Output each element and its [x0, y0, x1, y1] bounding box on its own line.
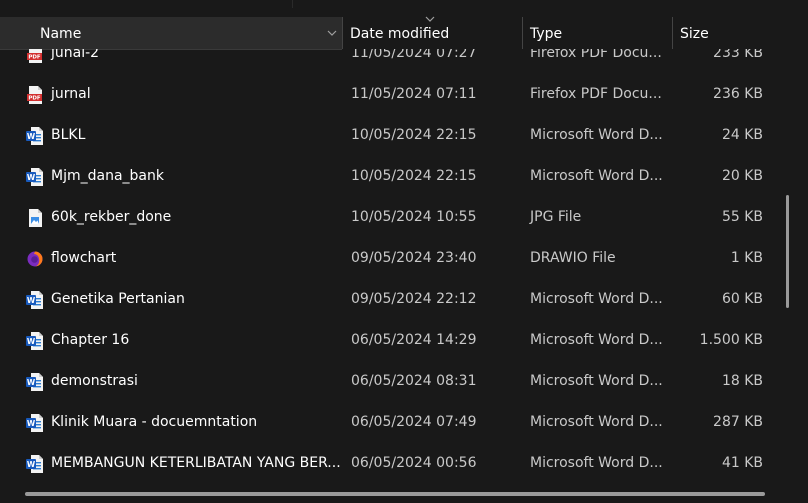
svg-text:PDF: PDF [28, 55, 41, 61]
file-name: jurnal [51, 86, 91, 102]
file-name: MEMBANGUN KETERLIBATAN YANG BER... [51, 455, 341, 471]
file-size: 1 KB [730, 250, 763, 266]
svg-text:W: W [27, 296, 36, 305]
file-date-modified: 11/05/2024 07:11 [351, 86, 477, 102]
file-size: 20 KB [721, 168, 763, 184]
file-size: 287 KB [713, 414, 763, 430]
file-size: 41 KB [721, 455, 763, 471]
column-header-size-label: Size [680, 26, 709, 42]
file-row[interactable]: W Genetika Pertanian 09/05/2024 22:12 Micro… [0, 280, 774, 321]
file-row[interactable]: W Chapter 16 06/05/2024 14:29 Microsoft Wor… [0, 321, 774, 362]
file-type: DRAWIO File [530, 250, 616, 266]
column-header-type[interactable]: Type [523, 17, 672, 49]
word-icon: W [25, 372, 45, 392]
chevron-down-icon[interactable] [327, 29, 337, 37]
horizontal-scrollbar-thumb[interactable] [25, 492, 765, 496]
file-type: Microsoft Word D... [530, 291, 663, 307]
file-type: JPG File [530, 209, 582, 225]
word-icon: W [25, 167, 45, 187]
file-date-modified: 10/05/2024 22:15 [351, 127, 477, 143]
file-row[interactable]: W BLKL 10/05/2024 22:15 Microsoft Word D...… [0, 116, 774, 157]
file-name: flowchart [51, 250, 117, 266]
column-header-size[interactable]: Size [673, 17, 773, 49]
file-type: Microsoft Word D... [530, 455, 663, 471]
file-size: 233 KB [713, 49, 763, 61]
file-row[interactable]: W Mjm_dana_bank 10/05/2024 22:15 Microsoft … [0, 157, 774, 198]
file-type: Firefox PDF Docu... [530, 86, 662, 102]
file-date-modified: 09/05/2024 22:12 [351, 291, 477, 307]
word-icon: W [25, 290, 45, 310]
vertical-scrollbar-thumb[interactable] [786, 195, 789, 308]
file-size: 236 KB [713, 86, 763, 102]
file-name: demonstrasi [51, 373, 138, 389]
file-date-modified: 06/05/2024 07:49 [351, 414, 477, 430]
divider [292, 0, 293, 8]
file-date-modified: 10/05/2024 22:15 [351, 168, 477, 184]
file-size: 1.500 KB [699, 332, 763, 348]
sort-descending-icon [425, 16, 435, 22]
column-header-bar: Name Date modified Type Size [0, 17, 808, 50]
file-name: junal-2 [51, 49, 100, 61]
file-size: 18 KB [721, 373, 763, 389]
svg-text:W: W [27, 419, 36, 428]
file-type: Microsoft Word D... [530, 168, 663, 184]
file-name: BLKL [51, 127, 86, 143]
file-type: Microsoft Word D... [530, 373, 663, 389]
file-row[interactable]: 60k_rekber_done 10/05/2024 10:55 JPG File 5… [0, 198, 774, 239]
file-name: 60k_rekber_done [51, 209, 172, 225]
svg-text:PDF: PDF [28, 96, 41, 102]
word-icon: W [25, 331, 45, 351]
word-icon: W [25, 126, 45, 146]
file-row[interactable]: W Klinik Muara - docuemntation 06/05/2024 … [0, 403, 774, 444]
file-row[interactable]: flowchart 09/05/2024 23:40 DRAWIO File 1 KB [0, 239, 774, 280]
file-date-modified: 11/05/2024 07:27 [351, 49, 477, 61]
file-row[interactable]: W MEMBANGUN KETERLIBATAN YANG BER... 06/05… [0, 444, 774, 485]
file-name: Klinik Muara - docuemntation [51, 414, 258, 430]
file-date-modified: 06/05/2024 00:56 [351, 455, 477, 471]
file-type: Microsoft Word D... [530, 127, 663, 143]
file-list: PDF junal-2 11/05/2024 07:27 Firefox PDF Do… [0, 49, 774, 489]
pdf-icon: PDF [25, 49, 45, 64]
file-size: 55 KB [721, 209, 763, 225]
file-type: Firefox PDF Docu... [530, 49, 662, 61]
image-icon [25, 208, 45, 228]
file-size: 60 KB [721, 291, 763, 307]
file-name: Genetika Pertanian [51, 291, 185, 307]
file-row[interactable]: PDF junal-2 11/05/2024 07:27 Firefox PDF Do… [0, 49, 774, 75]
svg-text:W: W [27, 378, 36, 387]
file-row[interactable]: Wdemonstrasi 06/05/2024 08:31 Microsoft Wo… [0, 362, 774, 403]
file-type: Microsoft Word D... [530, 332, 663, 348]
word-icon: W [25, 454, 45, 474]
svg-text:W: W [27, 460, 36, 469]
pdf-icon: PDF [25, 85, 45, 105]
file-date-modified: 10/05/2024 10:55 [351, 209, 477, 225]
file-date-modified: 06/05/2024 08:31 [351, 373, 477, 389]
file-date-modified: 06/05/2024 14:29 [351, 332, 477, 348]
svg-text:W: W [27, 132, 36, 141]
firefox-icon [25, 249, 45, 269]
column-header-name[interactable]: Name [0, 17, 342, 50]
column-header-name-label: Name [40, 26, 82, 42]
svg-text:W: W [27, 337, 36, 346]
word-icon: W [25, 413, 45, 433]
toolbar-strip [0, 0, 808, 17]
file-date-modified: 09/05/2024 23:40 [351, 250, 477, 266]
column-header-type-label: Type [530, 26, 563, 42]
file-name: Mjm_dana_bank [51, 168, 164, 184]
file-type: Microsoft Word D... [530, 414, 663, 430]
file-size: 24 KB [721, 127, 763, 143]
svg-text:W: W [27, 173, 36, 182]
file-row[interactable]: PDF jurnal 11/05/2024 07:11 Firefox PDF Doc… [0, 75, 774, 116]
file-name: Chapter 16 [51, 332, 130, 348]
